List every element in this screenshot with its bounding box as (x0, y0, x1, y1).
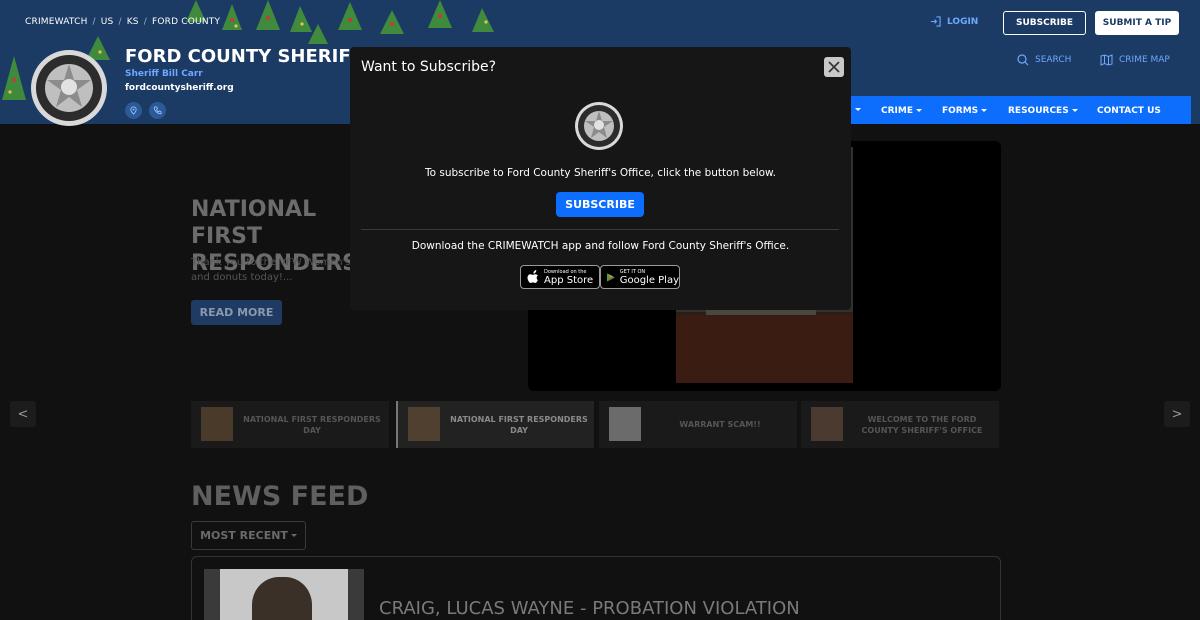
breadcrumb-crimewatch[interactable]: CRIMEWATCH (25, 17, 88, 27)
breadcrumb-us[interactable]: US (101, 17, 114, 27)
agency-url[interactable]: fordcountysheriff.org (125, 83, 234, 93)
news-feed-title: NEWS FEED (191, 481, 369, 512)
sort-label: MOST RECENT (200, 529, 288, 542)
carousel-thumbnails: NATIONAL FIRST RESPONDERS DAY NATIONAL F… (191, 401, 1001, 448)
breadcrumb: CRIMEWATCH / US / KS / FORD COUNTY (25, 17, 220, 27)
thumb-label: WARRANT SCAM!! (679, 420, 761, 429)
breadcrumb-ks[interactable]: KS (127, 17, 139, 27)
close-button[interactable] (824, 57, 844, 77)
news-card-title[interactable]: CRAIG, LUCAS WAYNE - PROBATION VIOLATION (379, 598, 800, 619)
nav-item-resources[interactable]: RESOURCES (1008, 106, 1078, 116)
modal-description: To subscribe to Ford County Sheriff's Of… (425, 167, 776, 179)
carousel-prev-button[interactable]: < (10, 401, 36, 427)
sort-dropdown[interactable]: MOST RECENT (191, 521, 306, 550)
modal-divider (361, 229, 839, 230)
thumb-label: NATIONAL FIRST RESPONDERS DAY (243, 414, 381, 435)
nav-label: RESOURCES (1008, 106, 1069, 116)
carousel-thumb[interactable]: WELCOME TO THE FORD COUNTY SHERIFF'S OFF… (801, 401, 999, 448)
chevron-down-icon (1071, 109, 1078, 112)
sheriff-name: Sheriff Bill Carr (125, 69, 203, 79)
thumb-label: NATIONAL FIRST RESPONDERS DAY (450, 414, 588, 435)
chevron-down-icon (981, 109, 988, 112)
close-icon (828, 61, 840, 73)
news-card-image[interactable] (204, 569, 364, 620)
nav-item-forms[interactable]: FORMS (942, 106, 988, 116)
submit-tip-button[interactable]: SUBMIT A TIP (1095, 11, 1179, 35)
nav-item-contact-us[interactable]: CONTACT US (1097, 106, 1161, 116)
agency-title[interactable]: FORD COUNTY SHERIFF'S (125, 46, 381, 67)
apple-icon (527, 270, 538, 283)
read-more-button[interactable]: READ MORE (191, 300, 282, 325)
modal-download-text: Download the CRIMEWATCH app and follow F… (411, 240, 790, 252)
location-icon[interactable] (125, 102, 142, 119)
chevron-down-icon[interactable] (855, 108, 861, 111)
sheriff-badge-logo[interactable] (30, 49, 108, 127)
breadcrumb-separator: / (118, 17, 122, 27)
modal-title: Want to Subscribe? (361, 59, 497, 75)
news-card[interactable]: CRAIG, LUCAS WAYNE - PROBATION VIOLATION (191, 556, 1001, 620)
search-icon (1017, 54, 1029, 66)
phone-icon[interactable] (149, 102, 166, 119)
thumb-image (408, 407, 440, 441)
chevron-down-icon (290, 534, 297, 537)
carousel-thumb[interactable]: NATIONAL FIRST RESPONDERS DAY (396, 401, 594, 448)
google-play-icon (607, 272, 615, 282)
login-icon (930, 16, 941, 27)
thumb-image (811, 407, 843, 441)
search-label: SEARCH (1035, 55, 1072, 65)
carousel-thumb[interactable]: WARRANT SCAM!! (599, 401, 797, 448)
nav-item-crime[interactable]: CRIME (881, 106, 922, 116)
google-play-text: GET IT ON Google Play (619, 268, 679, 286)
nav-label: CRIME (881, 106, 913, 116)
thumb-image (609, 407, 641, 441)
login-label: LOGIN (947, 16, 979, 27)
breadcrumb-separator: / (92, 17, 96, 27)
carousel-next-button[interactable]: > (1164, 401, 1190, 427)
nav-label: FORMS (942, 106, 979, 116)
subscribe-modal: Want to Subscribe? To subscribe to Ford … (350, 47, 851, 310)
breadcrumb-separator: / (143, 17, 147, 27)
search-link[interactable]: SEARCH (1017, 54, 1071, 66)
login-link[interactable]: LOGIN (930, 16, 978, 27)
subscribe-button[interactable]: SUBSCRIBE (1003, 11, 1086, 35)
breadcrumb-ford-county[interactable]: FORD COUNTY (152, 17, 220, 27)
carousel-thumb[interactable]: NATIONAL FIRST RESPONDERS DAY (191, 401, 389, 448)
main-nav: CRIME FORMS RESOURCES CONTACT US (840, 96, 1191, 124)
app-store-button[interactable]: Download on the App Store (520, 265, 600, 289)
modal-subscribe-button[interactable]: SUBSCRIBE (556, 192, 644, 217)
app-store-text: Download on the App Store (544, 268, 594, 286)
map-icon (1100, 54, 1113, 66)
thumb-label: WELCOME TO THE FORD COUNTY SHERIFF'S OFF… (861, 414, 983, 435)
chevron-down-icon (916, 109, 922, 112)
hero-excerpt: Thank you to the VFW Women's and donuts … (191, 257, 351, 283)
google-play-button[interactable]: GET IT ON Google Play (600, 265, 680, 289)
crime-map-label: CRIME MAP (1119, 55, 1170, 65)
thumb-image (201, 407, 233, 441)
sheriff-badge-logo (575, 102, 623, 150)
crime-map-link[interactable]: CRIME MAP (1100, 54, 1170, 66)
